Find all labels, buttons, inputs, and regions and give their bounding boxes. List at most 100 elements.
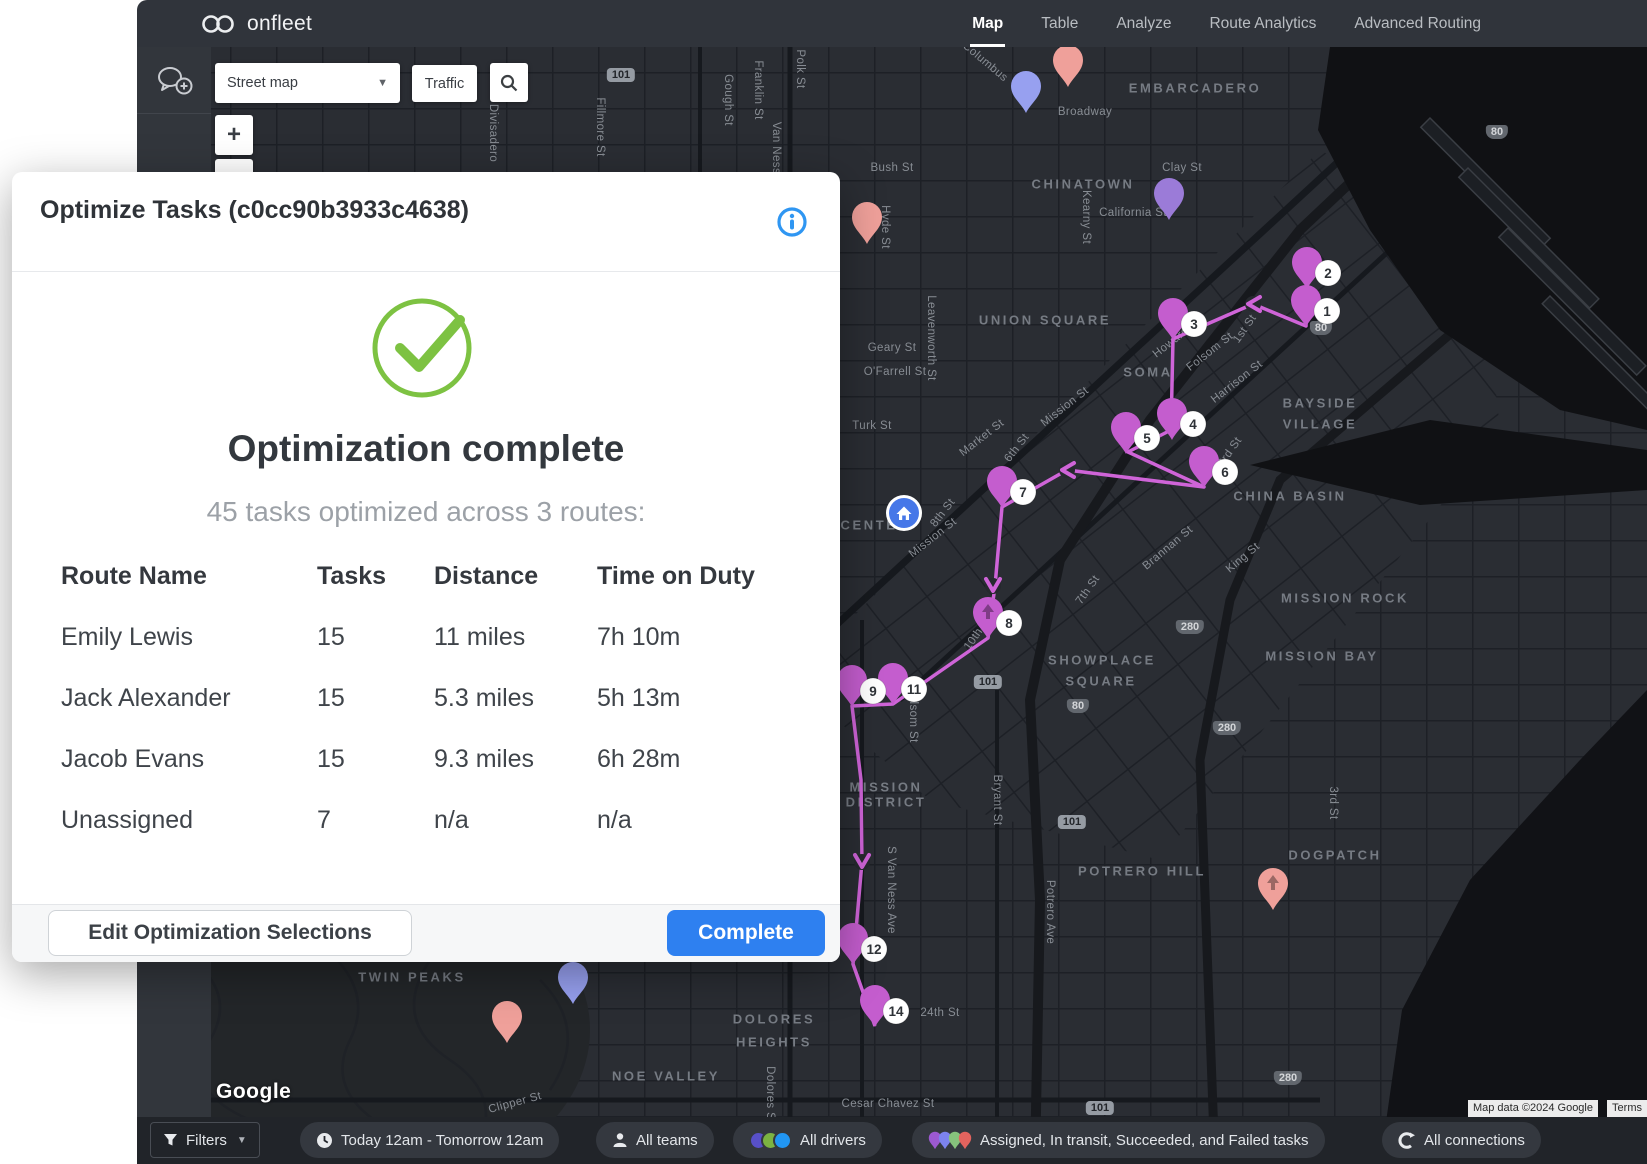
task-pin[interactable] — [1011, 71, 1041, 113]
traffic-toggle-button[interactable]: Traffic — [412, 65, 477, 102]
date-range-filter[interactable]: Today 12am - Tomorrow 12am — [300, 1122, 559, 1158]
svg-text:7: 7 — [1019, 485, 1027, 500]
svg-text:8: 8 — [1005, 616, 1013, 631]
column-header: Route Name — [61, 562, 317, 591]
teams-icon — [612, 1132, 628, 1148]
info-icon[interactable] — [776, 206, 808, 243]
svg-text:6: 6 — [1221, 465, 1229, 480]
modal-footer: Edit Optimization Selections Complete — [12, 904, 840, 962]
task-pin[interactable] — [1053, 47, 1083, 87]
page: EMBARCADEROCHINATOWNUNION SQUARESOMABAYS… — [0, 0, 1647, 1164]
connections-label: All connections — [1424, 1132, 1525, 1149]
connections-icon — [1398, 1132, 1416, 1149]
tab-route-analytics[interactable]: Route Analytics — [1207, 0, 1318, 47]
filters-label: Filters — [186, 1132, 227, 1149]
stop-number-badge: 5 — [1134, 425, 1160, 451]
svg-text:1: 1 — [1323, 304, 1331, 319]
sidebar-divider — [137, 113, 211, 114]
route-direction-arrow — [1245, 296, 1261, 312]
stop-number-badge: 12 — [861, 936, 887, 962]
route-direction-arrow — [1059, 462, 1075, 478]
success-check-icon — [367, 290, 485, 407]
top-navbar: onfleet Map Table Analyze Route Analytics Ad… — [137, 0, 1647, 47]
stop-number-badge: 8 — [996, 610, 1022, 636]
filters-button[interactable]: Filters ▼ — [150, 1122, 260, 1158]
drivers-filter[interactable]: All drivers — [733, 1122, 882, 1158]
table-cell: 5.3 miles — [434, 684, 597, 713]
table-cell: Jacob Evans — [61, 745, 317, 774]
map-search-button[interactable] — [490, 63, 528, 102]
modal-title: Optimize Tasks (c0cc90b3933c4638) — [40, 196, 469, 225]
zoom-out-button[interactable] — [215, 159, 253, 173]
table-cell: 7 — [317, 806, 434, 835]
traffic-label: Traffic — [425, 76, 464, 92]
stop-number-badge: 14 — [883, 998, 909, 1024]
teams-label: All teams — [636, 1132, 698, 1149]
task-state-pins — [928, 1131, 972, 1150]
table-cell: Unassigned — [61, 806, 317, 835]
tab-table[interactable]: Table — [1039, 0, 1080, 47]
map-attribution: Map data ©2024 Google — [1468, 1100, 1598, 1117]
table-cell: n/a — [434, 806, 597, 835]
tab-analyze[interactable]: Analyze — [1114, 0, 1173, 47]
route-direction-arrow — [985, 578, 1001, 594]
svg-text:3: 3 — [1190, 317, 1198, 332]
google-logo: Google — [216, 1080, 291, 1104]
stop-number-badge: 11 — [901, 676, 927, 702]
task-pin[interactable] — [1258, 868, 1288, 910]
teams-filter[interactable]: All teams — [596, 1122, 714, 1158]
filter-funnel-icon — [163, 1133, 178, 1147]
column-header: Tasks — [317, 562, 434, 591]
stop-number-badge: 9 — [860, 678, 886, 704]
map-layer-value: Street map — [227, 75, 298, 91]
infinity-icon — [199, 12, 237, 36]
task-pin[interactable] — [492, 1001, 522, 1043]
stop-number-badge: 3 — [1181, 311, 1207, 337]
nav-tabs: Map Table Analyze Route Analytics Advanced R… — [970, 0, 1647, 47]
column-header: Distance — [434, 562, 597, 591]
table-header-row: Route NameTasksDistanceTime on Duty — [61, 546, 800, 607]
terms-link[interactable]: Terms — [1607, 1100, 1647, 1117]
connections-filter[interactable]: All connections — [1382, 1122, 1541, 1158]
tab-map[interactable]: Map — [970, 0, 1005, 47]
zoom-in-button[interactable]: + — [215, 115, 253, 155]
stop-number-badge: 7 — [1010, 479, 1036, 505]
task-pin[interactable] — [852, 202, 882, 244]
optimize-tasks-modal: Optimize Tasks (c0cc90b3933c4638) Optimi… — [12, 172, 840, 962]
route-direction-arrow — [854, 854, 870, 870]
table-cell: 15 — [317, 623, 434, 652]
table-cell: Jack Alexander — [61, 684, 317, 713]
tab-advanced-routing[interactable]: Advanced Routing — [1352, 0, 1483, 47]
table-row: Jack Alexander155.3 miles5h 13m — [61, 668, 800, 729]
table-cell: 15 — [317, 745, 434, 774]
logo-text: onfleet — [247, 12, 312, 36]
support-chat-button[interactable] — [156, 65, 194, 102]
task-states-label: Assigned, In transit, Succeeded, and Fai… — [980, 1132, 1309, 1149]
complete-button[interactable]: Complete — [667, 910, 825, 956]
column-header: Time on Duty — [597, 562, 800, 591]
depot-home-marker[interactable] — [886, 495, 922, 531]
table-cell: 15 — [317, 684, 434, 713]
route-polyline — [852, 288, 1307, 1026]
map-layer-select[interactable]: Street map ▼ — [215, 63, 400, 103]
svg-text:12: 12 — [866, 942, 881, 957]
task-states-filter[interactable]: Assigned, In transit, Succeeded, and Fai… — [912, 1122, 1325, 1158]
svg-text:2: 2 — [1324, 266, 1332, 281]
svg-text:9: 9 — [869, 684, 877, 699]
clock-icon — [316, 1132, 333, 1149]
chat-plus-icon — [156, 65, 194, 97]
onfleet-logo[interactable]: onfleet — [199, 12, 312, 36]
task-pin[interactable] — [558, 962, 588, 1004]
table-cell: 5h 13m — [597, 684, 800, 713]
table-cell: 11 miles — [434, 623, 597, 652]
svg-text:14: 14 — [888, 1004, 904, 1019]
route-summary-table: Route NameTasksDistanceTime on DutyEmily… — [61, 546, 800, 851]
stop-number-badge: 2 — [1315, 260, 1341, 286]
stop-number-badge: 6 — [1212, 459, 1238, 485]
search-icon — [499, 73, 519, 93]
task-pin[interactable] — [1154, 178, 1184, 220]
date-range-label: Today 12am - Tomorrow 12am — [341, 1132, 543, 1149]
table-cell: 6h 28m — [597, 745, 800, 774]
edit-optimization-button[interactable]: Edit Optimization Selections — [48, 910, 412, 956]
table-cell: n/a — [597, 806, 800, 835]
